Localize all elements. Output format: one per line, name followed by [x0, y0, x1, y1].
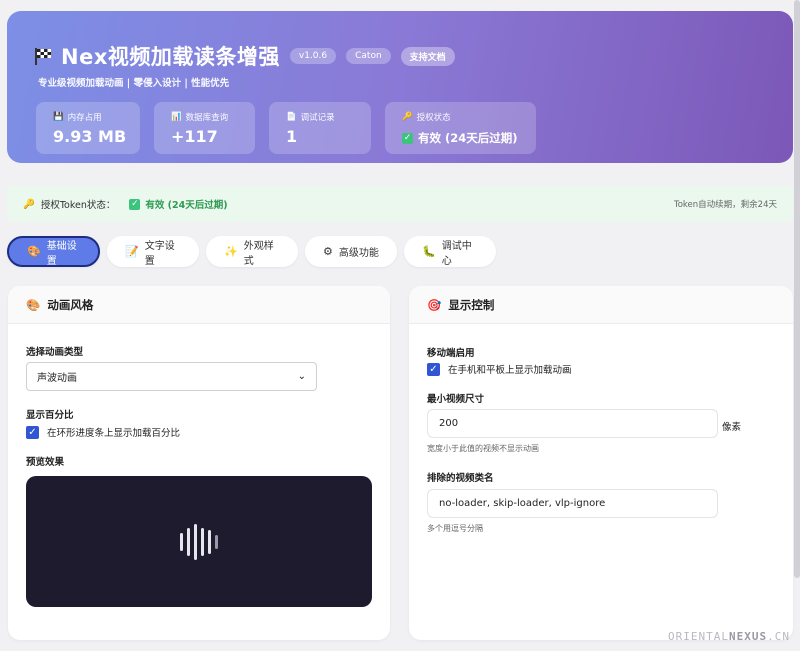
- wave-bar: [215, 534, 218, 549]
- version-badge: v1.0.6: [289, 48, 337, 64]
- check-icon: ✓: [402, 132, 413, 144]
- animation-preview: [26, 476, 372, 607]
- check-icon: ✓: [129, 198, 141, 210]
- token-renew-info: Token自动续期，剩余24天: [673, 200, 777, 210]
- panel-header: 🎯 显示控制: [409, 286, 793, 324]
- min-size-hint: 宽度小于此值的视频不显示动画: [427, 444, 539, 453]
- tab-label: 调试中心: [441, 240, 472, 267]
- wave-bar: [208, 529, 211, 554]
- anim-type-label: 选择动画类型: [26, 347, 84, 358]
- mobile-option: ✓ 在手机和平板上显示加载动画: [427, 362, 572, 376]
- stat-label: 内存占用: [67, 113, 102, 123]
- preview-label: 预览效果: [26, 457, 65, 468]
- title-row: Nex视频加载读条增强 v1.0.6 Caton 支持文档: [33, 41, 455, 71]
- disk-icon: 💾: [53, 112, 64, 122]
- log-icon: 📄: [286, 112, 297, 122]
- watermark-prefix: ORIENTAL: [668, 630, 729, 643]
- stat-db-queries: 📊 数据库查询 +117: [154, 102, 255, 154]
- panel-header: 🎨 动画风格: [8, 286, 390, 324]
- input-value: 200: [439, 418, 459, 429]
- input-value: no-loader, skip-loader, vlp-ignore: [439, 498, 606, 509]
- tab-label: 高级功能: [338, 248, 379, 259]
- token-label: 授权Token状态：: [40, 200, 116, 211]
- bug-icon: 🐛: [422, 245, 436, 258]
- plugin-subtitle: 专业级视频加载动画 | 零侵入设计 | 性能优先: [38, 78, 230, 89]
- tab-appearance[interactable]: ✨ 外观样式: [206, 236, 298, 267]
- min-size-label: 最小视频尺寸: [427, 394, 485, 405]
- plugin-header: Nex视频加载读条增强 v1.0.6 Caton 支持文档 专业级视频加载动画 …: [7, 11, 793, 163]
- token-status-text: 有效 (24天后过期): [145, 200, 228, 211]
- watermark-suffix: .CN: [767, 630, 790, 643]
- checkbox-label: 在手机和平板上显示加载动画: [448, 365, 572, 376]
- database-icon: 📊: [171, 112, 182, 122]
- token-status: ✓ 有效 (24天后过期): [129, 197, 228, 211]
- wave-bar: [201, 527, 204, 556]
- tab-label: 基础设置: [46, 240, 77, 267]
- stats-row: 💾 内存占用 9.93 MB 📊 数据库查询 +117 📄 调试记录 1 🔑 授权状态 …: [36, 102, 536, 154]
- tab-debug-center[interactable]: 🐛 调试中心: [404, 236, 496, 267]
- min-size-unit: 像素: [722, 422, 742, 433]
- page-scrollbar[interactable]: [794, 0, 800, 578]
- exclude-label: 排除的视频类名: [427, 473, 494, 484]
- sparkle-icon: ✨: [224, 245, 238, 258]
- stat-label: 数据库查询: [185, 113, 229, 123]
- tab-basic-settings[interactable]: 🎨 基础设置: [7, 236, 100, 267]
- tab-advanced[interactable]: ⚙ 高级功能: [305, 236, 397, 267]
- animation-style-panel: 🎨 动画风格 选择动画类型 声波动画 ⌄ 显示百分比 ✓ 在环形进度条上显示加载…: [8, 286, 390, 640]
- show-percent-option: ✓ 在环形进度条上显示加载百分比: [26, 425, 180, 439]
- target-icon: 🎯: [427, 297, 442, 312]
- mobile-label: 移动端启用: [427, 348, 475, 359]
- palette-icon: 🎨: [27, 245, 41, 258]
- mobile-checkbox[interactable]: ✓: [427, 362, 440, 376]
- stat-value: 1: [286, 127, 298, 146]
- wave-bar: [187, 527, 190, 556]
- watermark-bold: NEXUS: [729, 630, 768, 643]
- stat-label: 授权状态: [416, 113, 451, 123]
- select-value: 声波动画: [37, 373, 77, 384]
- text-icon: 📝: [125, 245, 139, 258]
- token-status-bar: 🔑 授权Token状态： ✓ 有效 (24天后过期) Token自动续期，剩余2…: [7, 186, 793, 222]
- min-size-input[interactable]: 200: [427, 409, 718, 438]
- show-percent-checkbox[interactable]: ✓: [26, 425, 39, 439]
- palette-icon: 🎨: [26, 297, 41, 312]
- display-control-panel: 🎯 显示控制 移动端启用 ✓ 在手机和平板上显示加载动画 最小视频尺寸 200 …: [409, 286, 793, 640]
- key-icon: 🔑: [23, 198, 35, 210]
- tab-label: 外观样式: [243, 240, 274, 267]
- stat-value: 有效 (24天后过期): [418, 131, 518, 145]
- site-watermark: ORIENTALNEXUS.CN: [668, 630, 790, 643]
- show-percent-label: 显示百分比: [26, 410, 74, 421]
- stat-value: 9.93 MB: [53, 127, 127, 146]
- chevron-down-icon: ⌄: [297, 371, 306, 382]
- wave-bar: [180, 532, 183, 551]
- stat-debug-logs: 📄 调试记录 1: [269, 102, 371, 154]
- tab-text-settings[interactable]: 📝 文字设置: [107, 236, 199, 267]
- anim-type-select[interactable]: 声波动画 ⌄: [26, 362, 317, 391]
- gear-icon: ⚙: [323, 245, 333, 258]
- checkered-flag-icon: [35, 48, 51, 65]
- panel-title: 显示控制: [448, 297, 495, 312]
- checkbox-label: 在环形进度条上显示加载百分比: [47, 428, 181, 439]
- docs-link[interactable]: 支持文档: [400, 46, 455, 66]
- tab-label: 文字设置: [144, 240, 175, 267]
- key-icon: 🔑: [402, 112, 413, 122]
- plugin-title: Nex视频加载读条增强: [61, 45, 280, 69]
- stat-memory: 💾 内存占用 9.93 MB: [36, 102, 140, 154]
- panel-title: 动画风格: [47, 297, 94, 312]
- stat-value: +117: [171, 127, 218, 146]
- exclude-hint: 多个用逗号分隔: [427, 524, 483, 533]
- settings-tabs: 🎨 基础设置 📝 文字设置 ✨ 外观样式 ⚙ 高级功能 🐛 调试中心: [7, 236, 496, 267]
- author-badge: Caton: [346, 48, 391, 64]
- exclude-classes-input[interactable]: no-loader, skip-loader, vlp-ignore: [427, 489, 718, 518]
- stat-license: 🔑 授权状态 ✓ 有效 (24天后过期): [385, 102, 536, 154]
- stat-label: 调试记录: [300, 113, 335, 123]
- wave-bar: [194, 523, 197, 560]
